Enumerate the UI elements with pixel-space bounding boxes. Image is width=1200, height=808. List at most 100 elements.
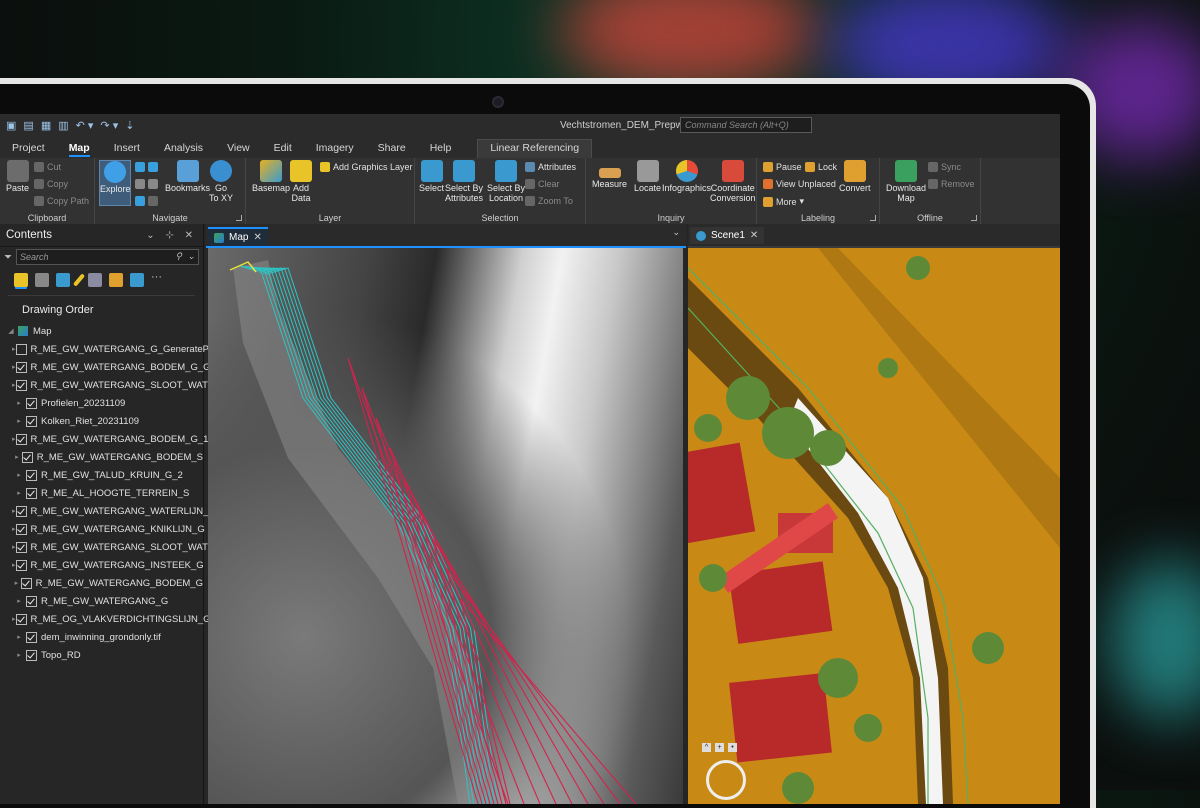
layer-visibility-checkbox[interactable] [26, 469, 37, 481]
layer-visibility-checkbox[interactable] [20, 577, 32, 589]
layer-visibility-checkbox[interactable] [26, 397, 37, 409]
save-as-icon[interactable]: ▥ [58, 119, 68, 132]
layer-item[interactable]: ▸ R_ME_GW_WATERGANG_WATERLIJN_G [0, 502, 216, 520]
layer-visibility-checkbox[interactable] [26, 631, 37, 643]
offline-dialog-launcher[interactable] [971, 215, 977, 221]
list-by-labeling-icon[interactable] [109, 273, 123, 287]
map-node[interactable]: ◢ Map [0, 322, 203, 340]
expand-icon[interactable]: ▸ [12, 453, 22, 461]
layer-item[interactable]: ▸ Topo_RD [0, 646, 203, 664]
zoom-to-selection-button[interactable]: Zoom To [525, 196, 573, 206]
navigator-person-icon[interactable]: • [728, 743, 737, 752]
go-to-xy-button[interactable]: Go To XY [209, 160, 233, 203]
explore-button[interactable]: Explore [99, 160, 131, 206]
tab-map[interactable]: Map [57, 140, 102, 158]
expand-icon[interactable]: ▸ [12, 651, 26, 659]
layer-visibility-checkbox[interactable] [15, 343, 27, 355]
tab-imagery[interactable]: Imagery [304, 140, 366, 158]
layer-item[interactable]: ▸ R_ME_GW_WATERGANG_G_GeneratePoi... [0, 340, 224, 358]
layer-item[interactable]: ▸ R_ME_GW_WATERGANG_BODEM_G_Gene... [0, 358, 234, 376]
expand-icon[interactable]: ▸ [12, 633, 26, 641]
command-search-input[interactable]: Command Search (Alt+Q) [680, 117, 812, 133]
layer-item[interactable]: ▸ R_ME_GW_WATERGANG_G [0, 592, 203, 610]
navigator-expand-icon[interactable]: + [715, 743, 724, 752]
layer-visibility-checkbox[interactable] [15, 361, 27, 373]
cut-button[interactable]: Cut [34, 162, 61, 172]
customize-qat-icon[interactable]: ⇣ [125, 119, 134, 132]
tab-list-chevron-icon[interactable]: ⌄ [672, 227, 680, 238]
select-by-attributes-button[interactable]: Select By Attributes [445, 160, 483, 203]
tab-map-view[interactable]: Map ✕ [208, 227, 268, 246]
layer-visibility-checkbox[interactable] [15, 433, 27, 445]
navigator-ring[interactable] [706, 760, 746, 800]
basemap-button[interactable]: Basemap [252, 160, 290, 194]
more-labeling-button[interactable]: More ▾ [763, 196, 804, 207]
tab-insert[interactable]: Insert [102, 140, 152, 158]
save-icon[interactable]: ▦ [41, 119, 51, 132]
expand-icon[interactable]: ▸ [12, 579, 21, 587]
layer-visibility-checkbox[interactable] [26, 415, 37, 427]
copy-path-button[interactable]: Copy Path [34, 196, 89, 206]
search-icon[interactable]: ⚲ [175, 249, 182, 263]
layer-item[interactable]: ▸ R_ME_GW_WATERGANG_BODEM_S [0, 448, 203, 466]
layer-item[interactable]: ▸ R_ME_GW_WATERGANG_SLOOT_WATERLI... [0, 376, 237, 394]
close-icon[interactable]: ✕ [750, 230, 758, 241]
expand-icon[interactable]: ▸ [12, 399, 26, 407]
layer-item[interactable]: ▸ R_ME_GW_TALUD_KRUIN_G_2 [0, 466, 203, 484]
filter-icon[interactable]: ⏷ [4, 252, 12, 263]
list-by-editing-icon[interactable] [72, 273, 86, 287]
more-options-icon[interactable]: ··· [151, 272, 165, 287]
remove-button[interactable]: Remove [928, 179, 975, 189]
pane-controls[interactable]: ⌄ ⊹ ✕ [146, 230, 197, 241]
attributes-button[interactable]: Attributes [525, 162, 576, 172]
layer-item[interactable]: ▸ R_ME_GW_WATERGANG_BODEM_G_1 [0, 430, 208, 448]
layer-visibility-checkbox[interactable] [15, 541, 27, 553]
layer-visibility-checkbox[interactable] [15, 505, 27, 517]
navigate-dialog-launcher[interactable] [236, 215, 242, 221]
open-icon[interactable]: ▤ [23, 119, 33, 132]
view-unplaced-button[interactable]: View Unplaced [763, 179, 836, 189]
tab-analysis[interactable]: Analysis [152, 140, 215, 158]
expand-icon[interactable]: ▸ [12, 489, 26, 497]
download-map-button[interactable]: Download Map [886, 160, 926, 203]
list-by-source-icon[interactable] [35, 273, 49, 287]
convert-labels-button[interactable]: Convert [839, 160, 871, 194]
select-by-location-button[interactable]: Select By Location [487, 160, 525, 203]
close-icon[interactable]: ✕ [253, 232, 261, 243]
layer-item[interactable]: ▸ R_ME_GW_WATERGANG_KNIKLIJN_G [0, 520, 205, 538]
layer-item[interactable]: ▸ R_ME_GW_WATERGANG_SLOOT_WATERLI... [0, 538, 237, 556]
zoom-tools[interactable] [135, 162, 158, 172]
list-by-snapping-icon[interactable] [88, 273, 102, 287]
infographics-button[interactable]: Infographics [662, 160, 711, 194]
extent-history[interactable] [135, 196, 158, 206]
undo-icon[interactable]: ↶ ▾ [76, 119, 94, 132]
sync-button[interactable]: Sync [928, 162, 961, 172]
new-project-icon[interactable]: ▣ [6, 119, 16, 132]
layer-item[interactable]: ▸ Profielen_20231109 [0, 394, 203, 412]
layer-visibility-checkbox[interactable] [26, 487, 37, 499]
layer-visibility-checkbox[interactable] [26, 649, 37, 661]
layer-item[interactable]: ▸ dem_inwinning_grondonly.tif [0, 628, 203, 646]
tab-scene-view[interactable]: Scene1 ✕ [690, 227, 765, 244]
add-data-button[interactable]: Add Data [290, 160, 312, 203]
add-graphics-layer-button[interactable]: Add Graphics Layer [320, 162, 413, 172]
navigator-up-icon[interactable]: ^ [702, 743, 711, 752]
tab-project[interactable]: Project [0, 140, 57, 158]
copy-button[interactable]: Copy [34, 179, 68, 189]
measure-button[interactable]: Measure [592, 160, 627, 190]
zoom-tools-2[interactable] [135, 179, 158, 189]
bookmarks-button[interactable]: Bookmarks [165, 160, 210, 194]
layer-item[interactable]: ▸ Kolken_Riet_20231109 [0, 412, 203, 430]
map-view-canvas[interactable] [208, 248, 683, 804]
expand-icon[interactable]: ▸ [12, 471, 26, 479]
layer-visibility-checkbox[interactable] [26, 595, 37, 607]
labeling-dialog-launcher[interactable] [870, 215, 876, 221]
lock-labels-button[interactable]: Lock [805, 162, 837, 172]
list-by-drawing-order-icon[interactable] [14, 273, 28, 287]
list-by-perspective-icon[interactable] [130, 273, 144, 287]
layer-visibility-checkbox[interactable] [15, 379, 27, 391]
tab-linear-referencing[interactable]: Linear Referencing [477, 139, 593, 158]
tab-share[interactable]: Share [366, 140, 418, 158]
select-button[interactable]: Select [419, 160, 444, 194]
layer-visibility-checkbox[interactable] [21, 451, 33, 463]
